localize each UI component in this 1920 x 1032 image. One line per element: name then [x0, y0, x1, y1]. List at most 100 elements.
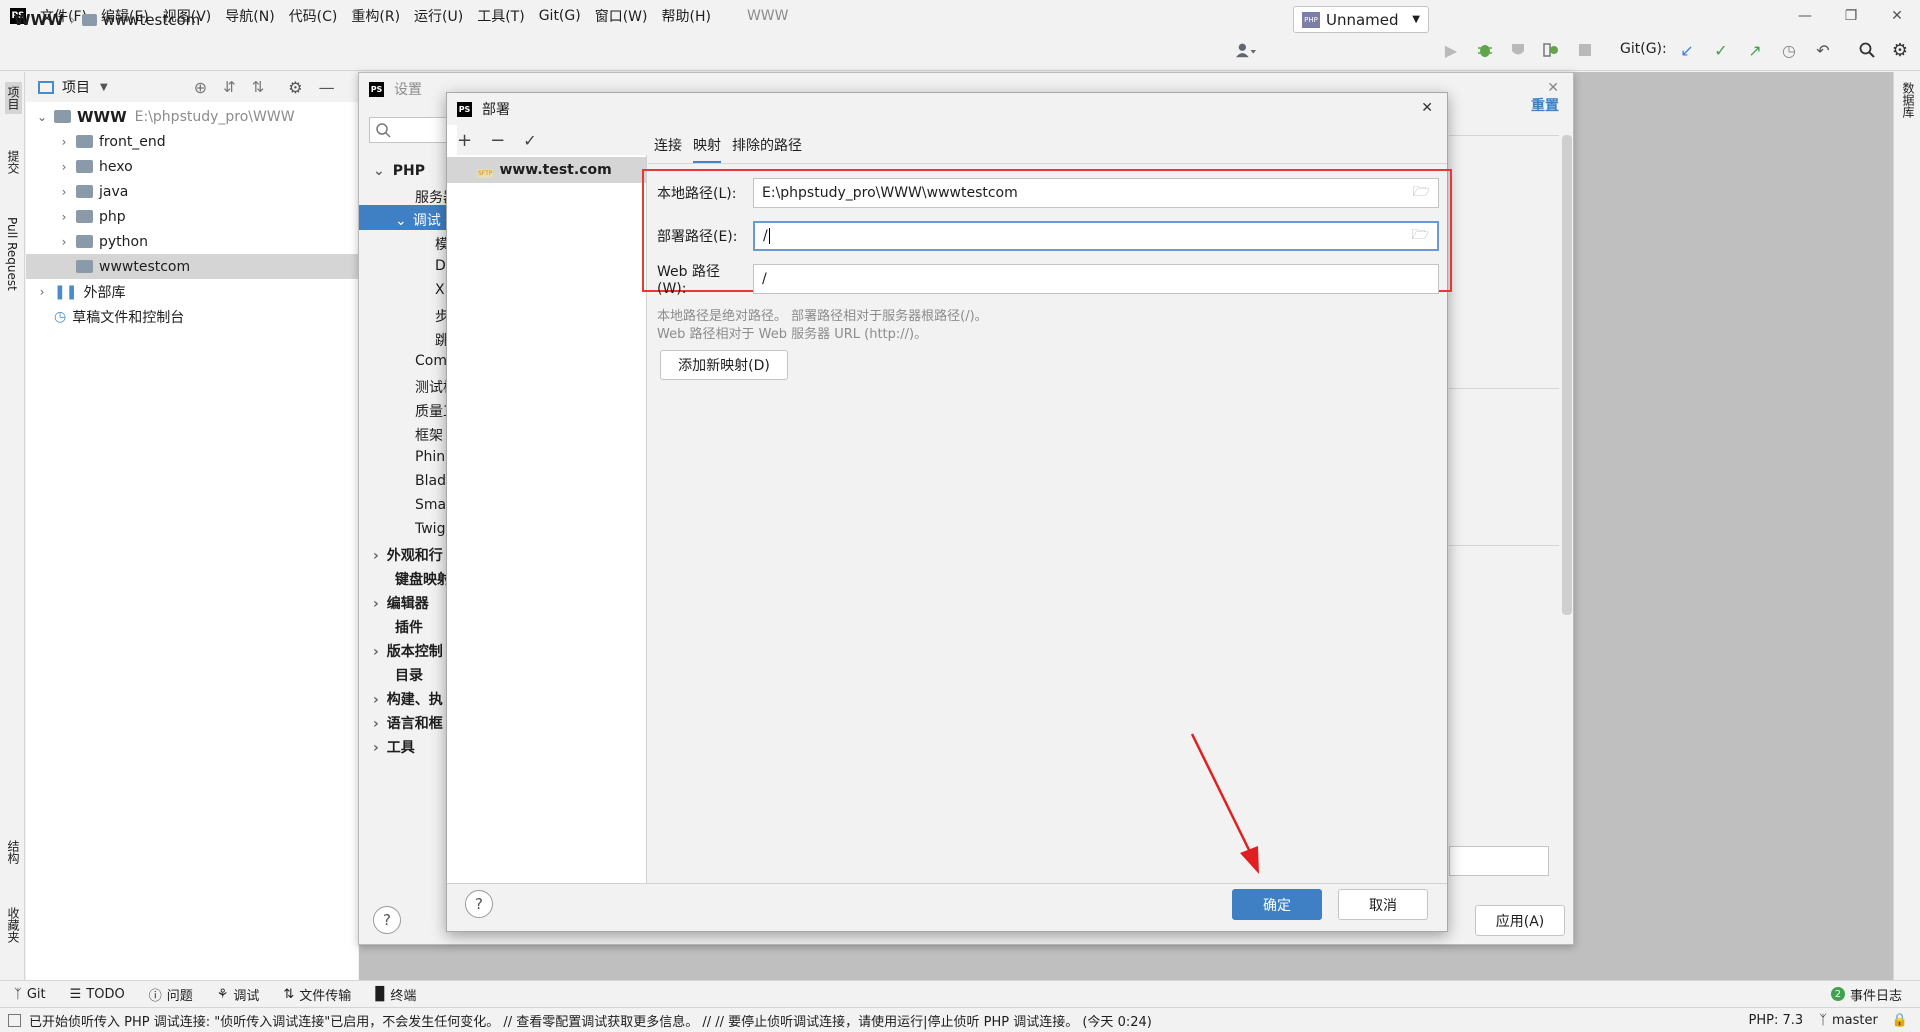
- tool-window-problems[interactable]: ⓘ 问题: [149, 985, 193, 1004]
- tool-window-debug[interactable]: ⚘ 调试: [217, 985, 260, 1004]
- settings-tree-plugins[interactable]: 插件: [395, 617, 449, 637]
- deployment-path-input[interactable]: / 🗁: [753, 221, 1439, 251]
- project-panel-title[interactable]: 项目: [62, 77, 90, 97]
- tab-connection[interactable]: 连接: [654, 135, 682, 161]
- hide-panel-icon[interactable]: —: [319, 78, 335, 97]
- tab-excluded-paths[interactable]: 排除的路径: [732, 135, 802, 161]
- tree-item-scratches[interactable]: ◷ 草稿文件和控制台: [26, 304, 358, 329]
- git-commit-icon[interactable]: ✓: [1711, 40, 1731, 60]
- settings-tree-twig[interactable]: Twig: [415, 521, 449, 537]
- run-configuration-select[interactable]: PHP Unnamed ▼: [1293, 6, 1429, 33]
- menu-run[interactable]: 运行(U): [414, 6, 463, 26]
- chevron-down-icon[interactable]: ⌄: [34, 110, 50, 124]
- settings-search-input[interactable]: [369, 117, 447, 143]
- ok-button[interactable]: 确定: [1232, 889, 1322, 920]
- add-icon[interactable]: +: [457, 130, 472, 151]
- chevron-down-icon[interactable]: ▼: [100, 82, 108, 93]
- chevron-right-icon[interactable]: ›: [56, 210, 72, 224]
- add-new-mapping-button[interactable]: 添加新映射(D): [660, 350, 788, 380]
- menu-navigate[interactable]: 导航(N): [225, 6, 274, 26]
- chevron-right-icon[interactable]: ›: [56, 160, 72, 174]
- git-push-icon[interactable]: ↗: [1745, 40, 1765, 60]
- debug-icon[interactable]: [1475, 40, 1495, 60]
- lock-icon[interactable]: 🔒: [1892, 1013, 1908, 1028]
- panel-settings-gear-icon[interactable]: ⚙: [288, 78, 302, 97]
- set-default-check-icon[interactable]: ✓: [523, 131, 536, 150]
- tool-window-pull-request[interactable]: Pull Request: [5, 217, 19, 291]
- tree-item-php[interactable]: › php: [26, 204, 358, 229]
- deployment-help-button[interactable]: ?: [465, 890, 493, 918]
- menu-window[interactable]: 窗口(W): [595, 6, 648, 26]
- remove-icon[interactable]: −: [490, 130, 505, 151]
- tool-window-file-transfer[interactable]: ⇅ 文件传输: [283, 985, 351, 1004]
- settings-tree-languages[interactable]: › 语言和框: [373, 713, 449, 733]
- settings-tree-frameworks[interactable]: 框架: [415, 425, 449, 445]
- tree-item-external-libs[interactable]: › ❚❚ 外部库: [26, 279, 358, 304]
- menu-tools[interactable]: 工具(T): [477, 6, 524, 26]
- attach-debugger-icon[interactable]: [1541, 40, 1561, 60]
- web-path-input[interactable]: /: [753, 264, 1439, 294]
- chevron-right-icon[interactable]: ›: [56, 135, 72, 149]
- settings-apply-button[interactable]: 应用(A): [1475, 905, 1565, 936]
- settings-text-field[interactable]: [1449, 846, 1549, 876]
- restore-button[interactable]: ❐: [1828, 0, 1874, 31]
- settings-tree-appearance[interactable]: › 外观和行: [373, 545, 449, 565]
- tool-window-favorites[interactable]: 收藏夹: [5, 907, 22, 943]
- server-item-www-test-com[interactable]: SFTP www.test.com: [447, 157, 646, 183]
- git-update-icon[interactable]: ↙: [1677, 40, 1697, 60]
- tool-window-structure[interactable]: 结构: [5, 840, 22, 864]
- settings-tree-phing[interactable]: Phin: [415, 449, 449, 465]
- menu-code[interactable]: 代码(C): [289, 6, 338, 26]
- breadcrumb-root[interactable]: WWW: [14, 11, 64, 29]
- tree-item-python[interactable]: › python: [26, 229, 358, 254]
- settings-tree-blade[interactable]: Blad: [415, 473, 449, 489]
- tree-item-front-end[interactable]: › front_end: [26, 129, 358, 154]
- settings-tree-smarty[interactable]: Smar: [415, 497, 449, 513]
- settings-tree-php[interactable]: ⌄ PHP: [373, 163, 425, 179]
- settings-tree-editor[interactable]: › 编辑器: [373, 593, 449, 613]
- settings-tree-servers[interactable]: 服务器: [415, 187, 449, 207]
- tool-window-git[interactable]: ᛉ Git: [14, 987, 46, 1002]
- settings-tree-vcs[interactable]: › 版本控制: [373, 641, 449, 661]
- menu-help[interactable]: 帮助(H): [661, 6, 710, 26]
- tool-window-database[interactable]: 数据库: [1900, 82, 1917, 118]
- tree-item-hexo[interactable]: › hexo: [26, 154, 358, 179]
- chevron-right-icon[interactable]: ›: [56, 235, 72, 249]
- close-icon[interactable]: ✕: [1421, 100, 1433, 116]
- settings-tree-tools[interactable]: › 工具: [373, 737, 449, 757]
- status-toggle-icon[interactable]: [8, 1013, 21, 1027]
- breadcrumb-folder[interactable]: wwwtestcom: [103, 11, 201, 29]
- php-version-widget[interactable]: PHP: 7.3: [1749, 1013, 1804, 1028]
- settings-reset-link[interactable]: 重置: [1531, 95, 1559, 115]
- git-branch-widget[interactable]: master: [1832, 1013, 1878, 1028]
- tool-window-commit[interactable]: 提交: [5, 150, 22, 174]
- settings-scrollbar[interactable]: [1562, 135, 1572, 615]
- close-icon[interactable]: ✕: [1547, 80, 1559, 96]
- tool-window-event-log[interactable]: 2 事件日志: [1830, 985, 1902, 1004]
- settings-tree-test-frameworks[interactable]: 测试框: [415, 377, 449, 397]
- search-icon[interactable]: [1857, 40, 1877, 60]
- menu-refactor[interactable]: 重构(R): [351, 6, 400, 26]
- expand-all-icon[interactable]: ⇵: [223, 78, 236, 96]
- status-message[interactable]: 已开始侦听传入 PHP 调试连接: "侦听传入调试连接"已启用，不会发生任何变化…: [29, 1011, 1229, 1030]
- browse-folder-icon[interactable]: 🗁: [1413, 181, 1430, 205]
- tool-window-terminal[interactable]: ▉ 终端: [375, 985, 416, 1004]
- tool-window-project[interactable]: 项目: [5, 82, 22, 114]
- settings-tree-quality-tools[interactable]: 质量工: [415, 401, 449, 421]
- local-path-input[interactable]: E:\phpstudy_pro\WWW\wwwtestcom 🗁: [753, 178, 1439, 208]
- coverage-icon[interactable]: [1508, 40, 1528, 60]
- tree-item-wwwtestcom[interactable]: wwwtestcom: [26, 254, 358, 279]
- minimize-button[interactable]: —: [1782, 0, 1828, 31]
- settings-tree-keymap[interactable]: 键盘映射: [395, 569, 449, 589]
- settings-help-button[interactable]: ?: [373, 906, 401, 934]
- cancel-button[interactable]: 取消: [1338, 889, 1428, 920]
- settings-tree-debug[interactable]: ⌄ 调试: [395, 210, 449, 230]
- user-account-icon[interactable]: [1236, 40, 1256, 60]
- menu-git[interactable]: Git(G): [539, 8, 581, 24]
- settings-gear-icon[interactable]: ⚙: [1890, 40, 1910, 61]
- settings-tree-build[interactable]: › 构建、执: [373, 689, 449, 709]
- tool-window-todo[interactable]: ☰ TODO: [70, 987, 125, 1002]
- browse-folder-icon[interactable]: 🗁: [1412, 224, 1429, 248]
- tree-root-www[interactable]: ⌄ WWW E:\phpstudy_pro\WWW: [26, 104, 358, 129]
- settings-tree-directories[interactable]: 目录: [395, 665, 449, 685]
